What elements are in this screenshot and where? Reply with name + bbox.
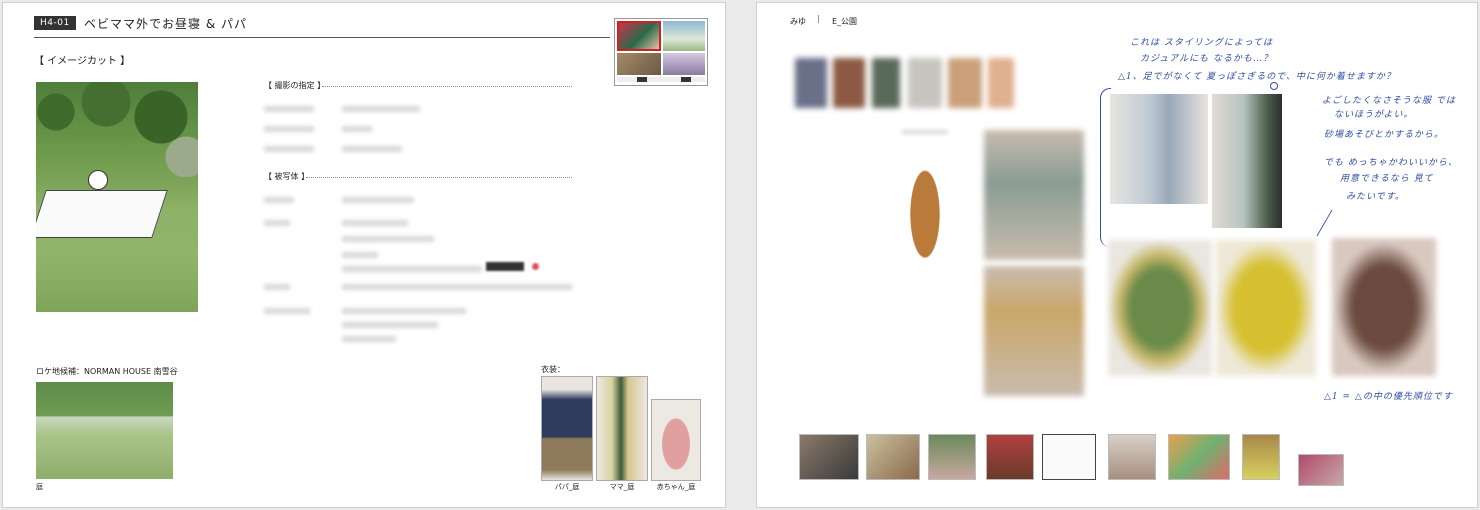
kid-overalls-photo — [1212, 94, 1282, 228]
redacted-text — [342, 284, 572, 290]
redacted-text — [342, 252, 378, 258]
redacted-text — [264, 220, 290, 226]
redacted-text — [342, 126, 372, 132]
image-cut-photo — [36, 82, 198, 312]
costume-caption: 赤ちゃん_庭 — [656, 483, 696, 491]
handwritten-note: ないほうがよい。 — [1334, 110, 1414, 120]
blurred-thumbnail — [948, 58, 982, 108]
reference-thumbnail — [1168, 434, 1230, 480]
redacted-text — [264, 284, 290, 290]
blurred-thumbnail — [988, 58, 1014, 108]
costume-photo-papa — [541, 376, 593, 481]
reference-thumbnail — [799, 434, 859, 480]
blanket-sketch — [36, 190, 168, 238]
redacted-text — [342, 322, 438, 328]
reference-thumbnail — [1298, 454, 1344, 486]
subject-label: 【 被写体 】 — [264, 172, 310, 181]
pants-photo-striped — [1332, 238, 1436, 376]
costume-caption: ママ_庭 — [609, 483, 635, 491]
overalls-photo-blurred — [984, 130, 1084, 260]
redacted-text — [342, 308, 466, 314]
image-cut-label: 【 イメージカット 】 — [34, 56, 131, 67]
redacted-text — [264, 146, 314, 152]
pants-photo-yellow — [1216, 240, 1316, 376]
blurred-thumbnail — [833, 58, 865, 108]
kid-overalls-photo — [1110, 94, 1208, 204]
redacted-text — [342, 236, 434, 242]
scene-name: E_公園 — [832, 17, 858, 26]
location-caption: 庭 — [36, 483, 43, 491]
reference-thumbnail — [1108, 434, 1156, 480]
redacted-text — [264, 126, 314, 132]
red-dot-icon — [532, 263, 539, 270]
handwritten-note: カジュアルにも なるかも…？ — [1140, 54, 1273, 64]
costume-caption: パパ_庭 — [554, 483, 580, 491]
redacted-text — [342, 220, 408, 226]
redacted-text — [902, 130, 948, 134]
reference-thumbnail — [1242, 434, 1280, 480]
redacted-text — [342, 266, 482, 272]
location-label: ロケ地候補：NORMAN HOUSE 南雪谷 — [36, 367, 178, 376]
handwritten-note: △1 = △の中の優先順位です — [1324, 392, 1453, 402]
reference-thumbnail — [614, 18, 708, 86]
handwritten-note: △1、足でがなくて 夏っぽさぎるので、中に何か着せますか？ — [1118, 72, 1396, 82]
reference-image — [617, 53, 661, 75]
blurred-thumbnail — [908, 58, 942, 108]
reference-illustration — [1042, 434, 1096, 480]
spec-divider — [322, 86, 572, 87]
trees-area — [36, 82, 198, 177]
redacted-text — [264, 308, 310, 314]
handwritten-note: みたいです。 — [1346, 192, 1405, 202]
reference-thumbnail — [928, 434, 976, 480]
overalls-photo — [902, 146, 948, 270]
costume-label: 衣装： — [541, 365, 565, 374]
header-separator: | — [817, 14, 820, 23]
reference-footer — [617, 77, 705, 82]
redacted-text — [264, 106, 314, 112]
handwritten-note: でも めっちゃかわいいから、 — [1324, 158, 1458, 168]
circle-mark-icon — [1270, 82, 1278, 90]
location-photo — [36, 382, 173, 479]
overalls-photo-blurred — [984, 266, 1084, 396]
redacted-text — [342, 106, 420, 112]
reference-image — [663, 21, 705, 51]
costume-photo-mama — [596, 376, 648, 481]
handwritten-note: これは スタイリングによっては — [1130, 38, 1273, 48]
handwritten-note: よごしたくなさそうな服 では — [1322, 96, 1456, 106]
title-divider — [34, 37, 610, 38]
redacted-text — [342, 146, 402, 152]
reference-image — [663, 53, 705, 75]
redacted-badge — [486, 262, 524, 271]
person-sketch — [88, 170, 108, 190]
subject-divider — [306, 177, 572, 178]
scene-code-badge: H4-01 — [34, 16, 76, 30]
costume-photo-baby — [651, 399, 701, 481]
person-name: みゆ — [790, 17, 806, 26]
reference-thumbnail — [986, 434, 1034, 480]
handwritten-note: 用意できるなら 見て — [1340, 174, 1434, 184]
redacted-text — [264, 197, 294, 203]
pants-photo-floral — [1108, 240, 1212, 376]
page-title: ベビママ外でお昼寝 & パパ — [84, 17, 247, 31]
reference-thumbnail — [866, 434, 920, 480]
blurred-thumbnail — [872, 58, 900, 108]
redacted-text — [342, 197, 414, 203]
redacted-text — [342, 336, 396, 342]
blurred-thumbnail — [795, 58, 827, 108]
handwritten-note: 砂場あそびとかするから。 — [1324, 130, 1445, 140]
shooting-spec-label: 【 撮影の指定 】 — [264, 81, 326, 90]
reference-image — [617, 21, 661, 51]
